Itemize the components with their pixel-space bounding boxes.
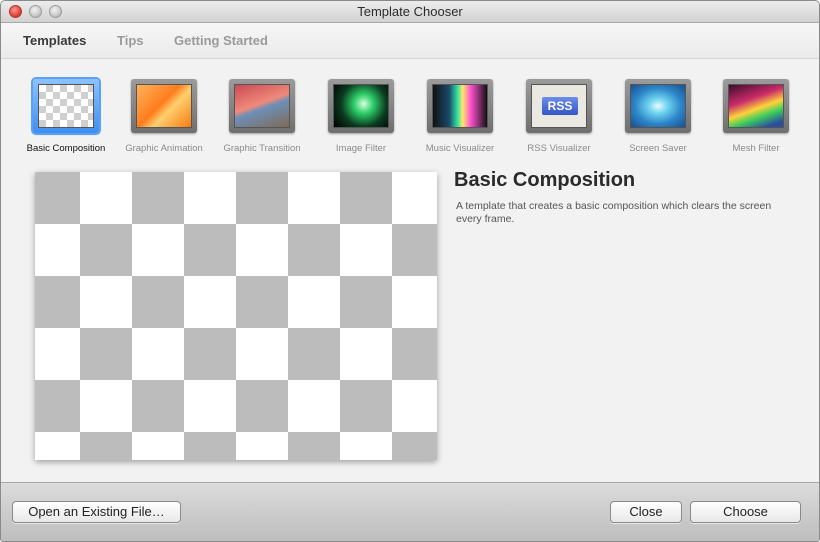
checkerboard-thumbnail-icon: [38, 84, 94, 128]
window-title: Template Chooser: [357, 4, 463, 19]
template-thumbnail: [229, 79, 295, 133]
template-thumbnail: [33, 79, 99, 133]
tab-tips[interactable]: Tips: [117, 33, 144, 48]
templates-panel: Basic Composition Graphic Animation Grap…: [1, 59, 819, 482]
tab-bar: Templates Tips Getting Started: [1, 23, 819, 59]
screen-saver-thumbnail-icon: [630, 84, 686, 128]
template-label: Screen Saver: [629, 143, 687, 154]
template-label: RSS Visualizer: [527, 143, 591, 154]
tab-templates[interactable]: Templates: [23, 33, 86, 48]
rss-visualizer-thumbnail-icon: RSS: [531, 84, 587, 128]
template-thumbnail: RSS: [526, 79, 592, 133]
open-existing-file-button[interactable]: Open an Existing File…: [12, 501, 181, 523]
template-label: Graphic Animation: [125, 143, 203, 154]
template-label: Graphic Transition: [223, 143, 301, 154]
template-graphic-transition[interactable]: Graphic Transition: [212, 79, 312, 154]
template-graphic-animation[interactable]: Graphic Animation: [114, 79, 214, 154]
template-preview: [35, 172, 437, 460]
template-thumbnail: [131, 79, 197, 133]
template-basic-composition[interactable]: Basic Composition: [16, 79, 116, 154]
graphic-transition-thumbnail-icon: [234, 84, 290, 128]
rss-badge: RSS: [542, 97, 578, 115]
bottom-bar: Open an Existing File… Close Choose: [1, 482, 819, 541]
template-label: Music Visualizer: [425, 143, 495, 154]
image-filter-thumbnail-icon: [333, 84, 389, 128]
graphic-animation-thumbnail-icon: [136, 84, 192, 128]
close-button[interactable]: Close: [610, 501, 682, 523]
template-thumbnail: [328, 79, 394, 133]
template-label: Image Filter: [335, 143, 387, 154]
title-bar[interactable]: Template Chooser: [1, 1, 819, 23]
template-mesh-filter[interactable]: Mesh Filter: [706, 79, 806, 154]
template-chooser-window: Template Chooser Templates Tips Getting …: [0, 0, 820, 542]
template-image-filter[interactable]: Image Filter: [311, 79, 411, 154]
template-thumbnail: [625, 79, 691, 133]
template-description: A template that creates a basic composit…: [456, 200, 772, 225]
tab-getting-started[interactable]: Getting Started: [174, 33, 268, 48]
music-visualizer-thumbnail-icon: [432, 84, 488, 128]
template-label: Mesh Filter: [732, 143, 780, 154]
template-thumbnail: [723, 79, 789, 133]
template-screen-saver[interactable]: Screen Saver: [608, 79, 708, 154]
choose-button[interactable]: Choose: [690, 501, 801, 523]
template-music-visualizer[interactable]: Music Visualizer: [410, 79, 510, 154]
template-thumbnail: [427, 79, 493, 133]
template-title: Basic Composition: [454, 169, 636, 191]
template-rss-visualizer[interactable]: RSS RSS Visualizer: [509, 79, 609, 154]
mesh-filter-thumbnail-icon: [728, 84, 784, 128]
template-label: Basic Composition: [26, 143, 106, 154]
